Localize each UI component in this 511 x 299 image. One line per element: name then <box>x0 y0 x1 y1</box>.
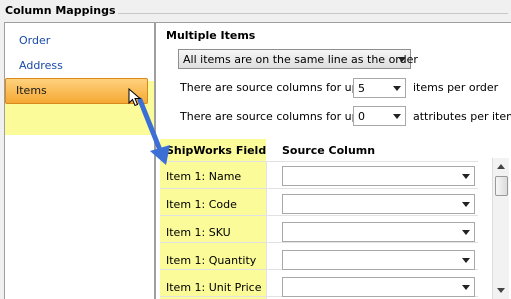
chevron-down-icon <box>462 202 470 207</box>
source-column-select[interactable] <box>282 194 475 214</box>
item-layout-select[interactable]: All items are on the same line as the or… <box>178 49 418 69</box>
chevron-down-icon <box>462 258 470 263</box>
source-column-select[interactable] <box>282 166 475 186</box>
attrs-count-suffix: attributes per item <box>413 110 511 123</box>
items-count-select[interactable]: 5 <box>353 78 406 98</box>
item-layout-value: All items are on the same line as the or… <box>183 53 418 66</box>
items-count-suffix: items per order <box>413 81 499 94</box>
nav-item-address[interactable]: Address <box>19 59 63 72</box>
grid-divider <box>160 188 478 189</box>
items-count-prefix: There are source columns for up to <box>180 81 374 94</box>
grid-divider <box>266 161 267 299</box>
attrs-count-select[interactable]: 0 <box>353 106 406 126</box>
source-column-select[interactable] <box>282 250 475 270</box>
mouse-cursor-icon <box>128 88 142 107</box>
chevron-down-icon <box>462 285 470 290</box>
chevron-down-icon <box>393 86 401 91</box>
chevron-down-icon <box>462 230 470 235</box>
field-label: Item 1: Unit Price <box>166 281 262 294</box>
chevron-down-icon <box>398 57 406 62</box>
grid-scrollbar[interactable] <box>492 158 509 299</box>
field-label: Item 1: Code <box>166 198 237 211</box>
nav-item-order[interactable]: Order <box>19 34 50 47</box>
multiple-items-title: Multiple Items <box>166 29 256 42</box>
grid-divider <box>160 215 478 216</box>
scroll-up-icon[interactable] <box>493 160 510 174</box>
source-column-select[interactable] <box>282 277 475 297</box>
source-column-select[interactable] <box>282 222 475 242</box>
field-label: Item 1: Quantity <box>166 254 257 267</box>
grid-divider <box>160 242 478 243</box>
header-shipworks-field: ShipWorks Field <box>166 144 267 157</box>
attrs-count-prefix: There are source columns for up to <box>180 110 374 123</box>
scroll-down-icon[interactable] <box>493 283 510 297</box>
attrs-count-value: 0 <box>358 110 365 123</box>
chevron-down-icon <box>393 114 401 119</box>
field-label: Item 1: SKU <box>166 226 231 239</box>
chevron-down-icon <box>462 174 470 179</box>
window-title: Column Mappings <box>5 4 116 17</box>
title-divider <box>118 13 508 14</box>
grid-divider <box>160 161 478 162</box>
items-count-value: 5 <box>358 82 365 95</box>
scroll-thumb[interactable] <box>495 176 508 196</box>
header-source-column: Source Column <box>282 144 376 157</box>
